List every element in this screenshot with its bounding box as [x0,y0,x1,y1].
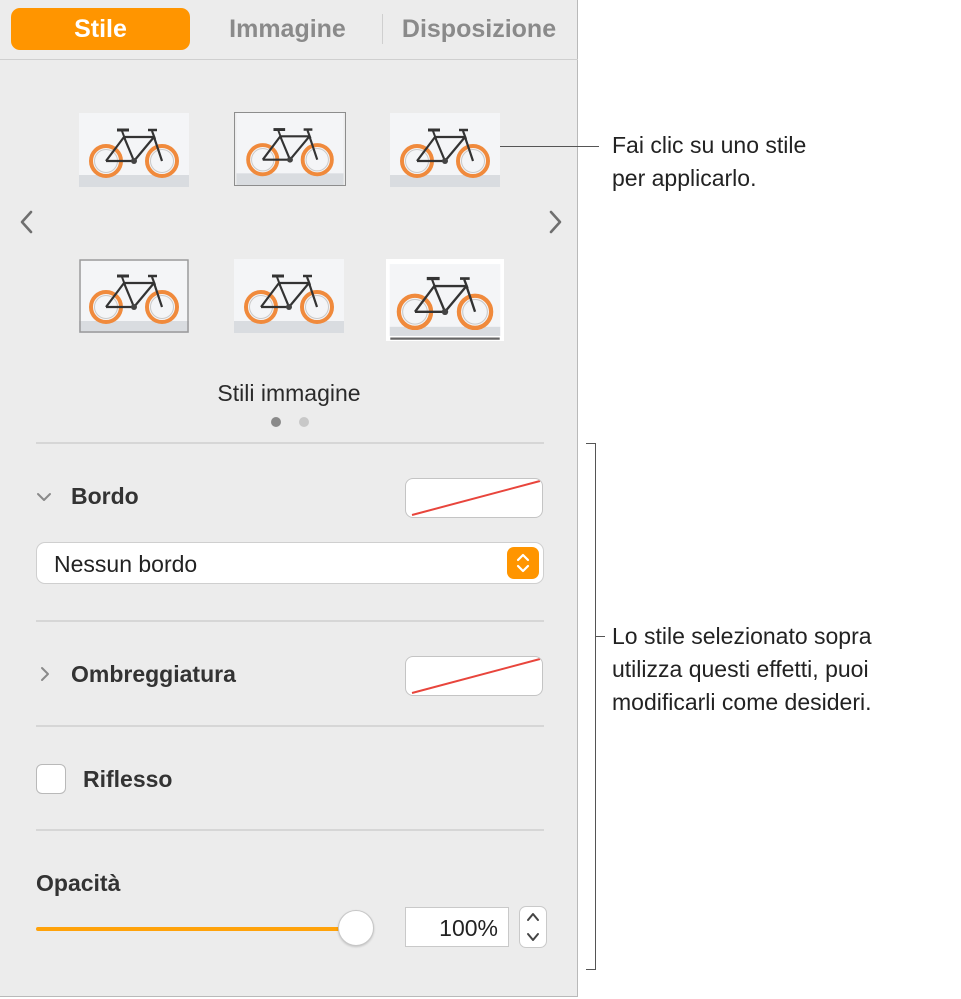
bicycle-image [79,113,189,187]
disclosure-right-icon[interactable] [36,665,54,683]
opacity-field[interactable]: 100% [405,907,509,947]
bicycle-image [79,259,189,333]
callout-bracket [586,443,596,970]
divider [36,725,544,727]
bicycle-image [234,259,344,333]
page-dot-2[interactable] [299,417,309,427]
style-thumbnail-6[interactable] [386,259,504,341]
style-thumbnail-2[interactable] [234,112,346,186]
opacity-value: 100% [439,915,498,941]
reflection-checkbox[interactable] [36,764,66,794]
stepper-down-icon[interactable] [520,927,546,947]
disclosure-down-icon[interactable] [35,488,53,506]
callout-line-bottom [595,636,605,637]
stepper-up-icon[interactable] [520,907,546,927]
divider [36,620,544,622]
style-thumbnail-5[interactable] [234,259,346,333]
bicycle-image [236,113,344,185]
no-color-icon [411,480,541,516]
opacity-stepper [519,906,547,948]
bicycle-image [390,113,500,187]
callout-text: per applicarlo. [612,165,757,191]
border-style-popup[interactable]: Nessun bordo [36,542,544,584]
divider [36,829,544,831]
no-color-icon [411,658,541,694]
bicycle-image [386,259,504,341]
border-style-value: Nessun bordo [54,551,198,577]
divider [36,442,544,444]
tab-immagine[interactable]: Immagine [200,8,375,50]
opacity-slider-track[interactable] [36,927,356,931]
tab-bar: Stile Immagine Disposizione [0,0,578,60]
reflection-title[interactable]: Riflesso [83,766,172,793]
callout-bottom: Lo stile selezionato sopra utilizza ques… [612,620,872,719]
shadow-title[interactable]: Ombreggiatura [71,661,236,688]
opacity-slider-thumb[interactable] [338,910,374,946]
style-thumbnail-3[interactable] [390,113,502,187]
opacity-title: Opacità [36,870,121,896]
border-title[interactable]: Bordo [71,483,139,510]
style-thumbnail-4[interactable] [79,259,191,333]
callout-text: modificarli come desideri. [612,689,872,715]
chevron-left-icon[interactable] [15,204,39,240]
popup-stepper-icon [507,547,539,579]
callout-text: Fai clic su uno stile [612,132,807,158]
callout-line-top [500,146,599,147]
shadow-color-well[interactable] [405,656,543,696]
tab-disposizione[interactable]: Disposizione [388,8,570,50]
callout-text: Lo stile selezionato sopra [612,623,872,649]
tab-separator [382,14,383,44]
format-sidebar: Stile Immagine Disposizione Stili immagi… [0,0,578,997]
style-thumbnail-1[interactable] [79,113,191,187]
callout-top: Fai clic su uno stile per applicarlo. [612,129,806,195]
styles-label: Stili immagine [217,380,361,406]
page-dot-1[interactable] [271,417,281,427]
tab-stile[interactable]: Stile [11,8,190,50]
callout-text: utilizza questi effetti, puoi [612,656,869,682]
border-color-well[interactable] [405,478,543,518]
chevron-right-icon[interactable] [543,204,567,240]
